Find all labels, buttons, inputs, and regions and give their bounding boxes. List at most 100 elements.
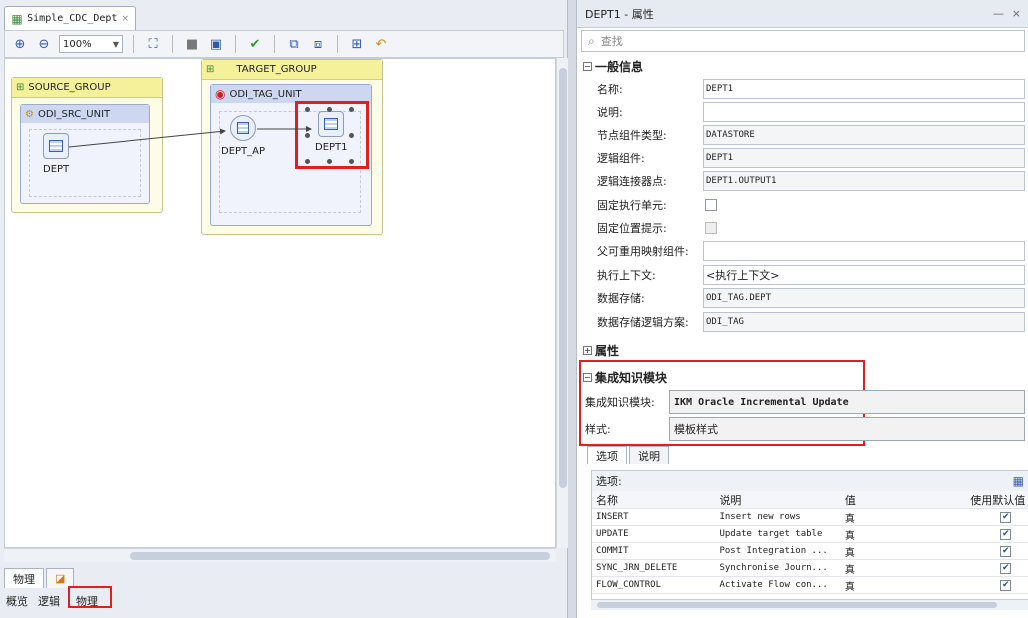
zoom-select[interactable]: 100% ▼ [59, 35, 123, 53]
properties-panel: DEPT1 - 属性 — × ⌕ 查找 − 一般信息 名称: DEPT1 说明:… [576, 0, 1028, 618]
km-select[interactable]: IKM Oracle Incremental Update [669, 390, 1025, 414]
diagram-bottom-tabs: 物理 ◪ [4, 566, 564, 588]
fixed-location-hint-checkbox [705, 222, 717, 234]
km-section-header[interactable]: − 集成知识模块 [583, 369, 667, 386]
prop-execution-context-select[interactable]: <执行上下文> [703, 265, 1025, 285]
prop-label: 说明: [597, 106, 623, 119]
option-description: Update target table [719, 529, 823, 539]
style-row: 样式: 模板样式 [585, 416, 1025, 442]
expand-all-icon[interactable]: ⧉ [285, 35, 303, 53]
prop-parent-reusable-field[interactable] [703, 241, 1025, 261]
option-description: Activate Flow con... [719, 580, 828, 590]
new-spec-icon: ◪ [55, 572, 66, 585]
use-default-checkbox[interactable]: ✔ [1000, 529, 1012, 540]
option-name: COMMIT [596, 546, 629, 556]
expand-icon[interactable]: + [583, 346, 592, 355]
attributes-section-header[interactable]: + 属性 [583, 342, 619, 359]
table-row[interactable]: UPDATE Update target table 真 ✔ [592, 526, 1028, 543]
options-caption: 选项: [596, 475, 622, 488]
prop-description-field[interactable] [703, 102, 1025, 122]
validate-icon[interactable]: ✔ [246, 35, 264, 53]
use-default-checkbox[interactable]: ✔ [1000, 512, 1012, 523]
table-row[interactable]: INSERT Insert new rows 真 ✔ [592, 509, 1028, 526]
prop-label: 逻辑组件: [597, 152, 645, 165]
tab-new-deployment[interactable]: ◪ [46, 568, 75, 588]
col-header-use-default[interactable]: 使用默认值 [968, 492, 1028, 508]
prop-label: 固定执行单元: [597, 199, 667, 212]
style-label: 样式: [585, 423, 611, 436]
option-value[interactable]: 真 [843, 561, 968, 576]
prop-label: 父可重用映射组件: [597, 245, 689, 258]
tab-physical-diagram[interactable]: 物理 [4, 568, 44, 588]
prop-label: 名称: [597, 83, 623, 96]
style-select[interactable]: 模板样式 [669, 417, 1025, 441]
grid-toggle-icon[interactable]: ■ [183, 35, 201, 53]
diagram-canvas[interactable]: ⊞ SOURCE_GROUP ⚙ ODI_SRC_UNIT DEPT ⊞ TAR… [4, 58, 556, 548]
use-default-checkbox[interactable]: ✔ [1000, 580, 1012, 591]
prop-logical-schema-field: ODI_TAG [703, 312, 1025, 332]
toolbar-separator [172, 35, 173, 53]
prop-row-node-type: 节点组件类型: DATASTORE [597, 124, 1025, 146]
tab-overview[interactable]: 概览 [4, 593, 30, 609]
editor-tab[interactable]: ▦ Simple_CDC_Dept × [4, 6, 136, 30]
option-name: SYNC_JRN_DELETE [596, 563, 678, 573]
mapping-icon: ▦ [11, 11, 23, 26]
table-row[interactable]: COMMIT Post Integration ... 真 ✔ [592, 543, 1028, 560]
properties-search[interactable]: ⌕ 查找 [581, 30, 1025, 52]
collapse-icon[interactable]: − [583, 373, 592, 382]
properties-title-bar: DEPT1 - 属性 — × [577, 0, 1028, 28]
option-name: FLOW_CONTROL [596, 580, 662, 590]
tab-options[interactable]: 选项 [587, 446, 627, 464]
col-header-value[interactable]: 值 [843, 492, 968, 508]
col-header-name[interactable]: 名称 [592, 492, 717, 508]
use-default-checkbox[interactable]: ✔ [1000, 563, 1012, 574]
prop-name-field[interactable]: DEPT1 [703, 79, 1025, 99]
prop-row-fixed-execution-unit: 固定执行单元: [597, 194, 717, 216]
options-caption-bar: 选项: ▦ [592, 471, 1028, 491]
table-row[interactable]: FLOW_CONTROL Activate Flow con... 真 ✔ [592, 577, 1028, 594]
prop-logical-component-field: DEPT1 [703, 148, 1025, 168]
fit-to-window-icon[interactable]: ⛶ [144, 35, 162, 53]
col-header-description[interactable]: 说明 [717, 492, 842, 508]
connector-dept-to-ap[interactable] [68, 128, 226, 148]
layout-icon[interactable]: ▣ [207, 35, 225, 53]
fixed-execution-unit-checkbox[interactable] [705, 199, 717, 211]
close-icon[interactable]: × [121, 14, 129, 24]
collapse-all-icon[interactable]: ⧈ [309, 35, 327, 53]
km-label: 集成知识模块: [585, 396, 655, 409]
collapse-icon[interactable]: − [583, 62, 592, 71]
minimize-icon[interactable]: — [993, 7, 1004, 20]
zoom-in-icon[interactable]: ⊕ [11, 35, 29, 53]
option-value[interactable]: 真 [843, 544, 968, 559]
hierarchy-icon[interactable]: ⊞ [348, 35, 366, 53]
prop-row-logical-schema: 数据存储逻辑方案: ODI_TAG [597, 311, 1025, 333]
prop-row-description: 说明: [597, 101, 1025, 123]
general-section-title: 一般信息 [595, 60, 644, 74]
close-icon[interactable]: × [1012, 7, 1021, 20]
use-default-checkbox[interactable]: ✔ [1000, 546, 1012, 557]
options-horizontal-scrollbar[interactable] [591, 600, 1028, 610]
tab-logical[interactable]: 逻辑 [36, 593, 62, 609]
canvas-vertical-scrollbar[interactable] [556, 58, 568, 548]
options-tabs: 选项 说明 [587, 444, 669, 464]
tab-description[interactable]: 说明 [629, 446, 669, 464]
option-description: Post Integration ... [719, 546, 828, 556]
search-input[interactable]: 查找 [601, 33, 623, 49]
prop-row-execution-context: 执行上下文: <执行上下文> [597, 264, 1025, 286]
option-value[interactable]: 真 [843, 578, 968, 593]
toolbar-separator [337, 35, 338, 53]
table-row[interactable]: SYNC_JRN_DELETE Synchronise Journ... 真 ✔ [592, 560, 1028, 577]
canvas-horizontal-scrollbar[interactable] [4, 548, 556, 562]
prop-row-logical-component: 逻辑组件: DEPT1 [597, 147, 1025, 169]
prop-row-logical-connector: 逻辑连接器点: DEPT1.OUTPUT1 [597, 170, 1025, 192]
option-description: Synchronise Journ... [719, 563, 828, 573]
option-value[interactable]: 真 [843, 527, 968, 542]
km-section-title: 集成知识模块 [595, 371, 668, 385]
prop-label: 数据存储: [597, 292, 645, 305]
option-value[interactable]: 真 [843, 510, 968, 525]
general-section-header[interactable]: − 一般信息 [583, 58, 643, 75]
table-view-icon[interactable]: ▦ [1013, 474, 1024, 488]
prop-label: 节点组件类型: [597, 129, 667, 142]
zoom-out-icon[interactable]: ⊖ [35, 35, 53, 53]
undo-icon[interactable]: ↶ [372, 35, 390, 53]
